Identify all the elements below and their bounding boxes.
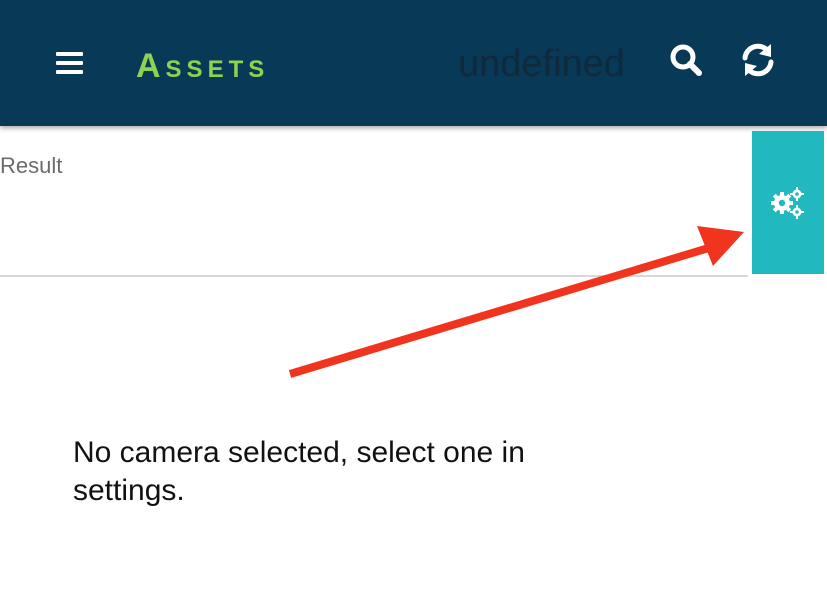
no-camera-message: No camera selected, select one in settin… [73,436,525,507]
